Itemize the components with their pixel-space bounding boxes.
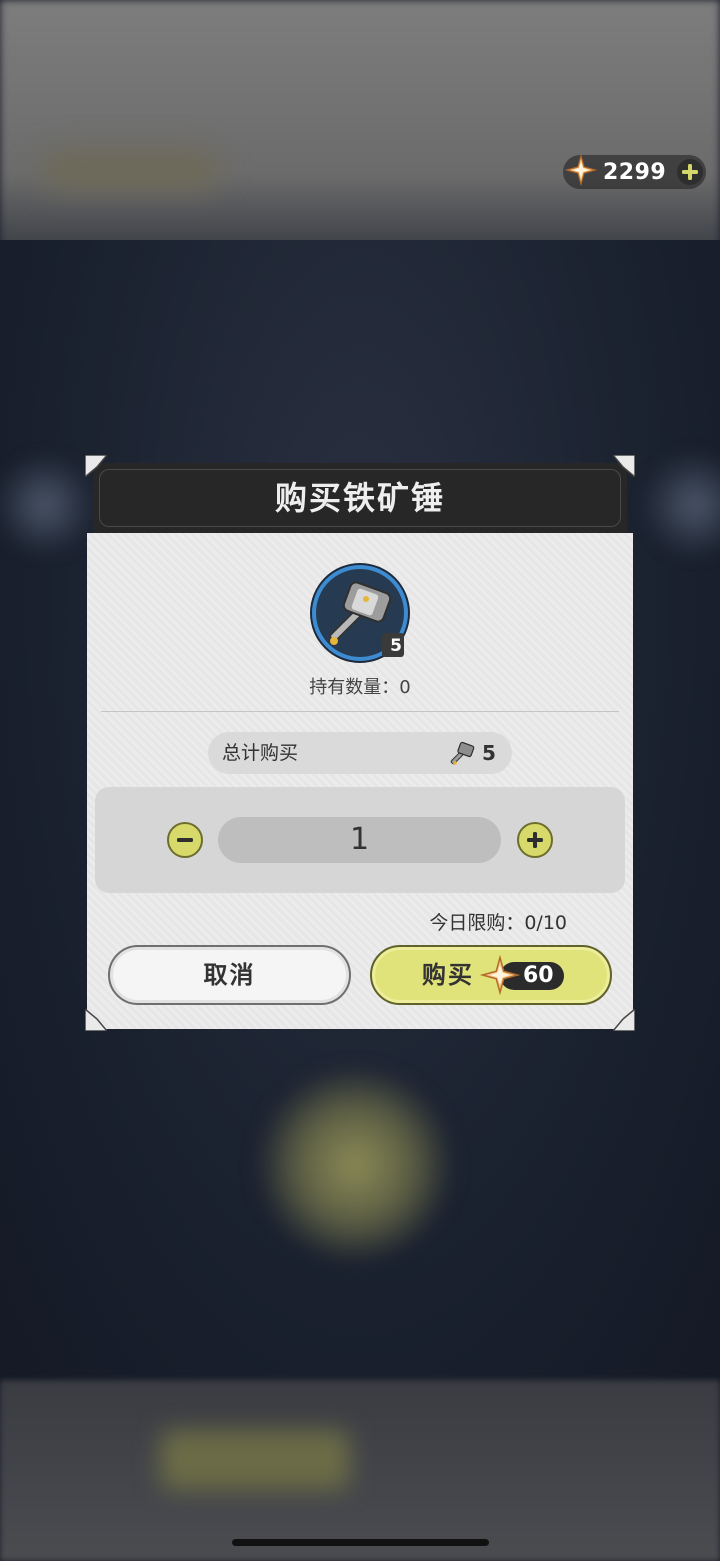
corner-ornament-icon xyxy=(611,1007,636,1032)
total-purchase-bar: 总计购买 5 xyxy=(208,732,512,774)
purchase-dialog: 5 持有数量：0 总计购买 5 1 今日限购：0/10 取消 购买 60 购买铁… xyxy=(84,454,636,1032)
total-purchase-count: 5 xyxy=(482,741,496,765)
buy-button-label: 购买 xyxy=(422,961,474,989)
dialog-title: 购买铁矿锤 xyxy=(274,479,445,517)
item-badge: 5 xyxy=(390,636,402,656)
currency-amount: 2299 xyxy=(603,159,667,185)
daily-limit: 今日限购：0/10 xyxy=(429,912,567,934)
quantity-selector: 1 xyxy=(95,787,625,893)
plus-icon[interactable] xyxy=(677,159,703,185)
corner-ornament-icon xyxy=(84,1007,109,1032)
price-value: 60 xyxy=(523,963,554,988)
corner-ornament-icon xyxy=(84,454,109,479)
home-indicator[interactable] xyxy=(232,1539,489,1546)
held-count: 持有数量：0 xyxy=(309,677,411,698)
quantity-value[interactable]: 1 xyxy=(218,817,501,863)
minus-icon[interactable] xyxy=(167,822,203,858)
currency-display: 2299 xyxy=(563,153,706,190)
cancel-button-label: 取消 xyxy=(203,961,256,989)
primogem-star-icon xyxy=(479,954,521,999)
total-purchase-label: 总计购买 xyxy=(222,742,299,764)
dialog-body: 5 持有数量：0 总计购买 5 1 今日限购：0/10 取消 购买 60 xyxy=(87,533,633,1029)
hammer-icon xyxy=(446,738,478,774)
primogem-star-icon xyxy=(564,153,598,190)
buy-button[interactable]: 购买 60 xyxy=(370,945,612,1005)
divider xyxy=(101,711,619,712)
dialog-header: 购买铁矿锤 xyxy=(93,463,627,533)
corner-ornament-icon xyxy=(611,454,636,479)
plus-icon[interactable] xyxy=(517,822,553,858)
cancel-button[interactable]: 取消 xyxy=(108,945,351,1005)
